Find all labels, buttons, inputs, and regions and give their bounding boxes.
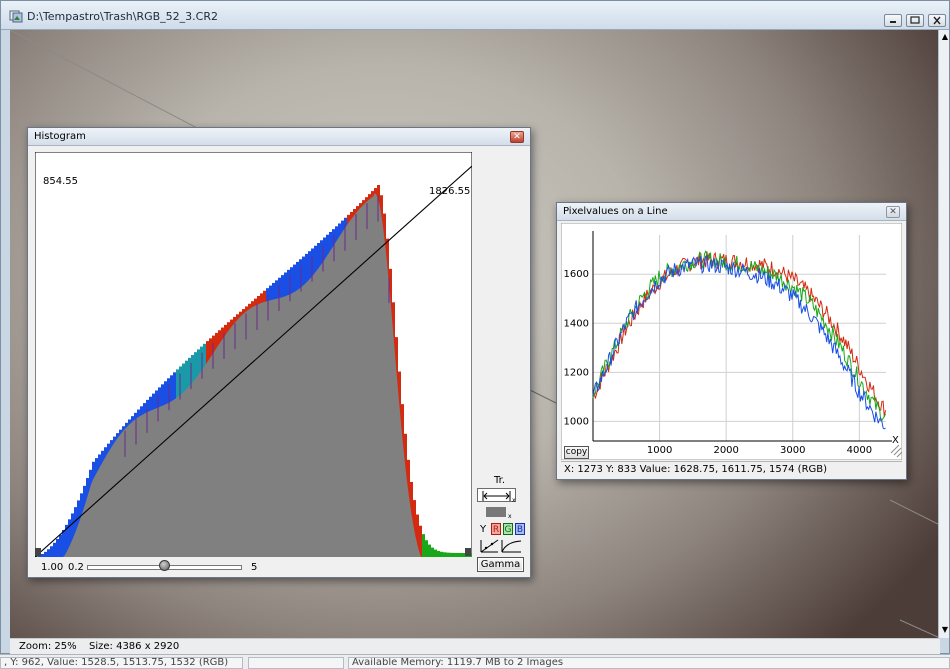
y-tick-label: 1600 bbox=[564, 269, 589, 280]
curve-linear-button[interactable] bbox=[480, 539, 499, 553]
histogram-title: Histogram bbox=[34, 131, 86, 142]
histogram-titlebar[interactable]: Histogram ✕ bbox=[28, 128, 530, 146]
curve-log-button[interactable] bbox=[501, 539, 522, 553]
bar-mode-button[interactable]: x bbox=[477, 506, 516, 520]
image-size: Size: 4386 x 2920 bbox=[89, 641, 180, 652]
gamma-slider-min: 0.2 bbox=[68, 562, 84, 573]
close-window-button[interactable] bbox=[928, 14, 946, 27]
histogram-close-button[interactable]: ✕ bbox=[510, 131, 524, 143]
y-tick-label: 1400 bbox=[564, 318, 589, 329]
svg-text:x: x bbox=[508, 513, 512, 518]
y-tick-label: 1000 bbox=[564, 416, 589, 427]
x-axis-label: X bbox=[892, 435, 899, 446]
application-status-bar: , Y: 962, Value: 1528.5, 1513.75, 1532 (… bbox=[0, 654, 950, 669]
histogram-right-value: 1826.55 bbox=[429, 186, 471, 197]
histogram-min-value: 1.00 bbox=[41, 562, 64, 573]
bars-icon: x bbox=[486, 507, 512, 520]
y-tick-label: 1200 bbox=[564, 367, 589, 378]
status-cell-empty bbox=[248, 657, 344, 669]
black-point-handle[interactable] bbox=[35, 548, 41, 556]
scroll-down-icon[interactable]: ▼ bbox=[942, 625, 948, 634]
close-icon: ✕ bbox=[889, 207, 897, 217]
pixel-line-title: Pixelvalues on a Line bbox=[563, 206, 668, 217]
pixel-line-close-button[interactable]: ✕ bbox=[886, 206, 900, 218]
histogram-left-value: 854.55 bbox=[43, 176, 78, 187]
histogram-window: Histogram ✕ 854.55 1826.55 1.00 0.2 5 Tr… bbox=[27, 127, 531, 578]
transform-label: Tr. bbox=[494, 475, 506, 486]
svg-text:x: x bbox=[512, 497, 516, 503]
gamma-slider-thumb[interactable] bbox=[159, 560, 170, 571]
scroll-up-icon[interactable]: ▲ bbox=[942, 32, 948, 41]
image-window-title: D:\Tempastro\Trash\RGB_52_3.CR2 bbox=[27, 10, 219, 23]
vertical-scrollbar[interactable] bbox=[938, 30, 949, 638]
copy-button[interactable]: copy bbox=[564, 446, 589, 459]
white-point-handle[interactable] bbox=[465, 548, 471, 556]
log-curve-icon bbox=[501, 540, 522, 553]
image-window-titlebar[interactable]: D:\Tempastro\Trash\RGB_52_3.CR2 bbox=[1, 1, 949, 30]
minimize-icon bbox=[890, 21, 896, 23]
pixel-line-window: Pixelvalues on a Line ✕ 1000 2000 3000 4000… bbox=[556, 202, 907, 480]
linear-curve-icon bbox=[480, 539, 499, 553]
x-tick-label: 3000 bbox=[780, 445, 805, 456]
pixel-line-titlebar[interactable]: Pixelvalues on a Line ✕ bbox=[557, 203, 906, 221]
stretch-range-button[interactable]: x bbox=[477, 488, 516, 504]
memory-readout: Available Memory: 1119.7 MB to 2 Images bbox=[348, 657, 950, 669]
pixel-line-readout: X: 1273 Y: 833 Value: 1628.75, 1611.75, … bbox=[561, 461, 902, 477]
channel-y-label[interactable]: Y bbox=[480, 524, 486, 535]
pixel-line-chart[interactable]: 1000 2000 3000 4000 1000 1200 1400 1600 X bbox=[561, 223, 902, 460]
gamma-slider-max: 5 bbox=[251, 562, 258, 573]
close-icon bbox=[933, 16, 941, 25]
image-file-icon bbox=[9, 10, 23, 23]
maximize-icon bbox=[910, 16, 920, 24]
zoom-level: Zoom: 25% bbox=[19, 641, 77, 652]
cursor-readout: , Y: 962, Value: 1528.5, 1513.75, 1532 (… bbox=[0, 657, 243, 669]
channel-r-button[interactable]: R bbox=[491, 523, 501, 535]
close-icon: ✕ bbox=[513, 132, 521, 142]
x-tick-label: 4000 bbox=[847, 445, 872, 456]
histogram-plot[interactable] bbox=[35, 152, 472, 557]
maximize-button[interactable] bbox=[906, 14, 924, 27]
x-tick-label: 1000 bbox=[647, 445, 672, 456]
image-status-bar: Zoom: 25% Size: 4386 x 2920 bbox=[10, 638, 940, 654]
gamma-button[interactable]: Gamma bbox=[477, 557, 524, 572]
stretch-arrows-icon: x bbox=[482, 491, 516, 504]
channel-b-button[interactable]: B bbox=[515, 523, 525, 535]
minimize-button[interactable] bbox=[884, 14, 902, 27]
channel-g-button[interactable]: G bbox=[503, 523, 513, 535]
x-tick-label: 2000 bbox=[713, 445, 738, 456]
